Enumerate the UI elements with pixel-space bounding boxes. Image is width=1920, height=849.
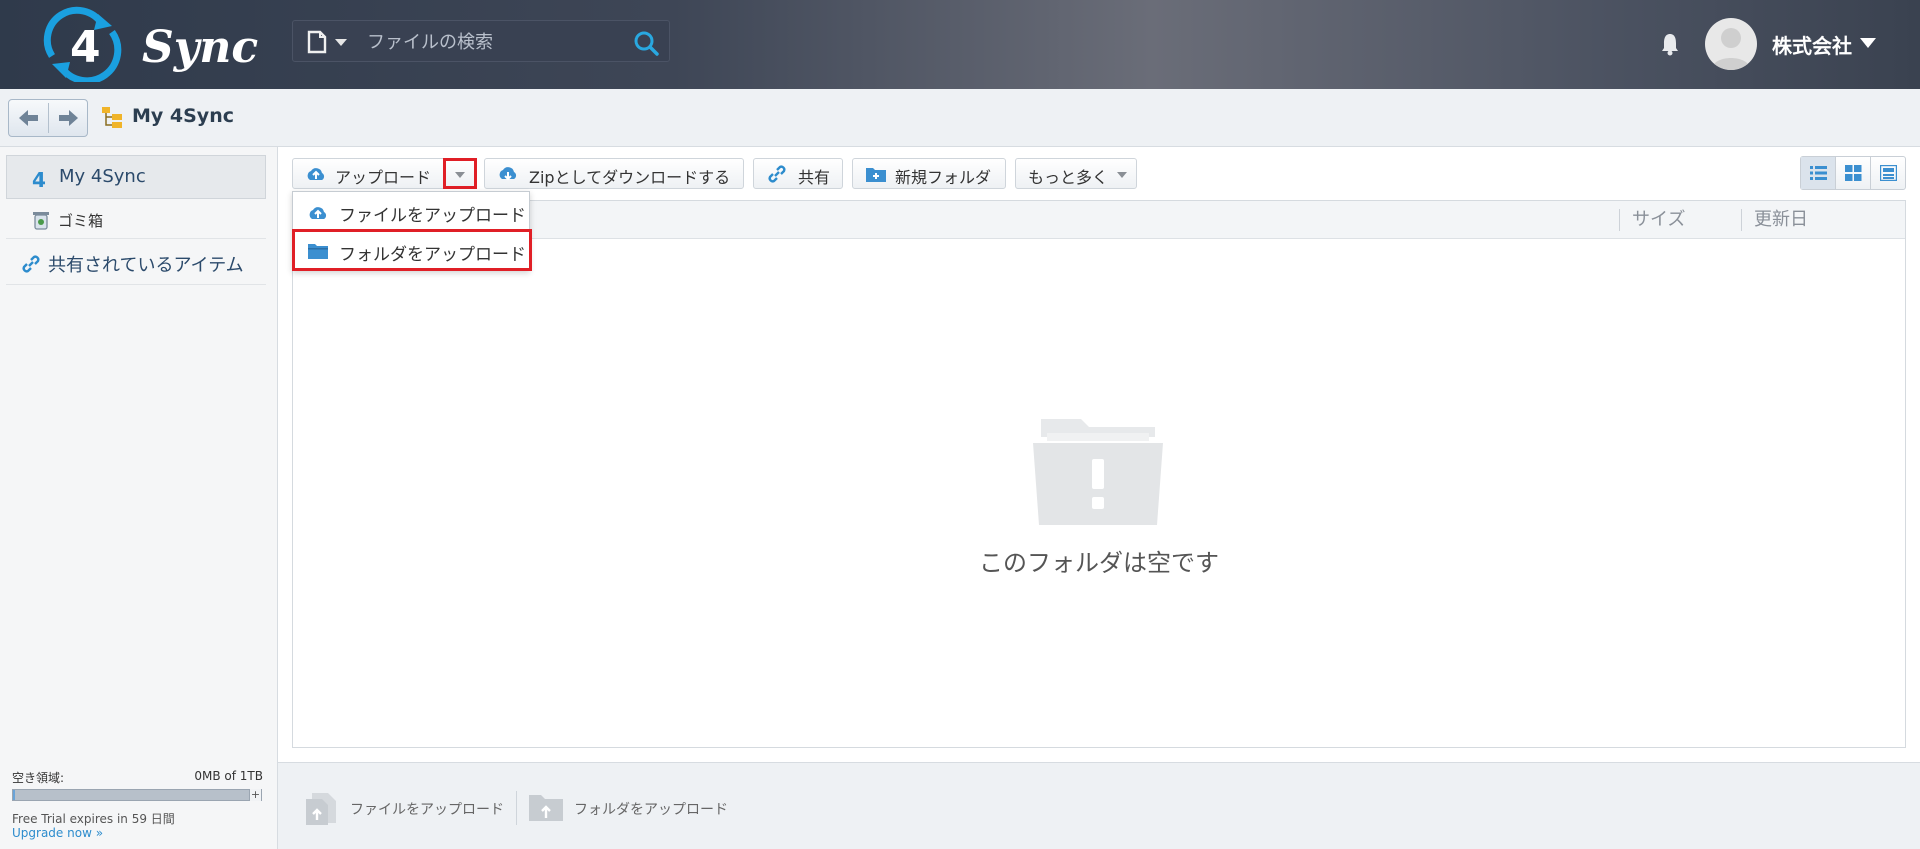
detail-view-button[interactable] — [1871, 157, 1906, 189]
sidebar-item-shared[interactable]: 共有されているアイテム — [6, 241, 266, 285]
sidebar-item-label: ゴミ箱 — [58, 212, 104, 230]
menu-item-upload-file[interactable]: ファイルをアップロード — [293, 194, 529, 230]
file-upload-icon — [306, 793, 336, 825]
divider — [516, 791, 517, 825]
storage-label: 空き領域: — [12, 771, 65, 785]
new-folder-button[interactable]: 新規フォルダ — [852, 158, 1006, 189]
storage-fill — [13, 790, 15, 800]
user-menu-caret-icon[interactable] — [1860, 38, 1876, 48]
chevron-down-icon — [1117, 172, 1127, 178]
forward-button[interactable] — [49, 100, 88, 136]
arrow-right-icon — [59, 110, 78, 126]
document-type-icon[interactable] — [305, 30, 333, 54]
new-folder-label: 新規フォルダ — [895, 168, 992, 187]
cloud-download-icon — [499, 167, 517, 181]
history-nav — [8, 99, 88, 137]
list-view-icon — [1810, 166, 1827, 180]
search-input[interactable] — [365, 27, 615, 57]
search-box — [292, 20, 670, 62]
trash-icon — [33, 212, 49, 230]
grid-view-button[interactable] — [1836, 157, 1871, 189]
share-label: 共有 — [798, 168, 831, 187]
upload-dropdown-menu: ファイルをアップロード フォルダをアップロード — [292, 191, 532, 271]
bottom-upload-bar: ファイルをアップロード フォルダをアップロード — [278, 762, 1920, 849]
storage-value: 0MB of 1TB — [194, 769, 263, 783]
logo-text: Sync — [142, 22, 259, 73]
column-size-header[interactable]: サイズ — [1619, 209, 1685, 231]
sidebar-item-label: My 4Sync — [59, 166, 146, 187]
sidebar: 4 My 4Sync ゴミ箱 共有されているアイテム 空き領域: 0MB of … — [0, 147, 278, 849]
add-storage-button[interactable]: + — [249, 789, 261, 801]
breadcrumb-current: My 4Sync — [132, 105, 234, 127]
grid-view-icon — [1845, 165, 1862, 181]
column-date-header[interactable]: 更新日 — [1741, 209, 1808, 231]
more-button[interactable]: もっと多く — [1015, 158, 1137, 189]
storage-bar: + — [12, 789, 262, 801]
link-icon — [768, 165, 786, 183]
notification-bell-icon[interactable] — [1660, 32, 1680, 56]
folder-add-icon — [866, 168, 886, 182]
sidebar-item-my-4sync[interactable]: 4 My 4Sync — [6, 155, 266, 199]
zip-download-button[interactable]: Zipとしてダウンロードする — [484, 158, 744, 189]
4sync-icon: 4 — [32, 168, 46, 190]
search-icon[interactable] — [633, 30, 659, 56]
upload-label: アップロード — [335, 168, 432, 187]
top-header: 4 Sync 株式会社 — [0, 0, 1920, 89]
default-user-icon — [1711, 28, 1751, 70]
bottom-upload-folder-label: フォルダをアップロード — [574, 802, 728, 818]
user-avatar[interactable] — [1705, 18, 1757, 70]
empty-folder-message: このフォルダは空です — [979, 549, 1219, 577]
cloud-upload-icon — [309, 207, 327, 219]
svg-text:4: 4 — [32, 168, 46, 190]
more-label: もっと多く — [1028, 168, 1109, 187]
sidebar-item-label: 共有されているアイテム — [48, 255, 244, 276]
cloud-upload-icon — [307, 168, 325, 180]
view-switcher — [1800, 156, 1906, 190]
file-list-panel: サイズ 更新日 このフォルダは空です — [292, 200, 1906, 748]
folder-tree-icon — [102, 107, 122, 128]
menu-item-upload-folder[interactable]: フォルダをアップロード — [292, 229, 532, 271]
chevron-down-icon — [455, 172, 465, 178]
sidebar-item-trash[interactable]: ゴミ箱 — [6, 199, 266, 239]
4sync-logo[interactable]: 4 Sync — [32, 6, 258, 85]
file-list-header: サイズ 更新日 — [293, 201, 1905, 239]
share-button[interactable]: 共有 — [753, 158, 843, 189]
bottom-upload-file-label: ファイルをアップロード — [350, 802, 504, 818]
folder-upload-icon — [529, 795, 563, 821]
arrow-left-icon — [19, 110, 38, 126]
upload-dropdown-toggle[interactable] — [443, 158, 477, 189]
logo-digit: 4 — [70, 22, 101, 73]
trial-text: Free Trial expires in 59 日間 — [12, 812, 175, 826]
detail-view-icon — [1880, 165, 1897, 181]
list-view-button[interactable] — [1801, 157, 1836, 189]
user-name[interactable]: 株式会社 — [1772, 30, 1852, 59]
menu-item-label: フォルダをアップロード — [339, 245, 526, 265]
sync-circle-icon: 4 — [43, 6, 122, 85]
zip-download-label: Zipとしてダウンロードする — [529, 168, 731, 187]
breadcrumb-bar: My 4Sync — [0, 89, 1920, 147]
back-button[interactable] — [9, 100, 48, 136]
upgrade-link[interactable]: Upgrade now » — [12, 826, 103, 840]
folder-icon — [308, 244, 328, 259]
link-icon — [22, 255, 40, 273]
file-type-dropdown-caret-icon[interactable] — [335, 39, 347, 46]
menu-item-label: ファイルをアップロード — [339, 206, 526, 226]
empty-folder-icon — [1033, 419, 1163, 525]
